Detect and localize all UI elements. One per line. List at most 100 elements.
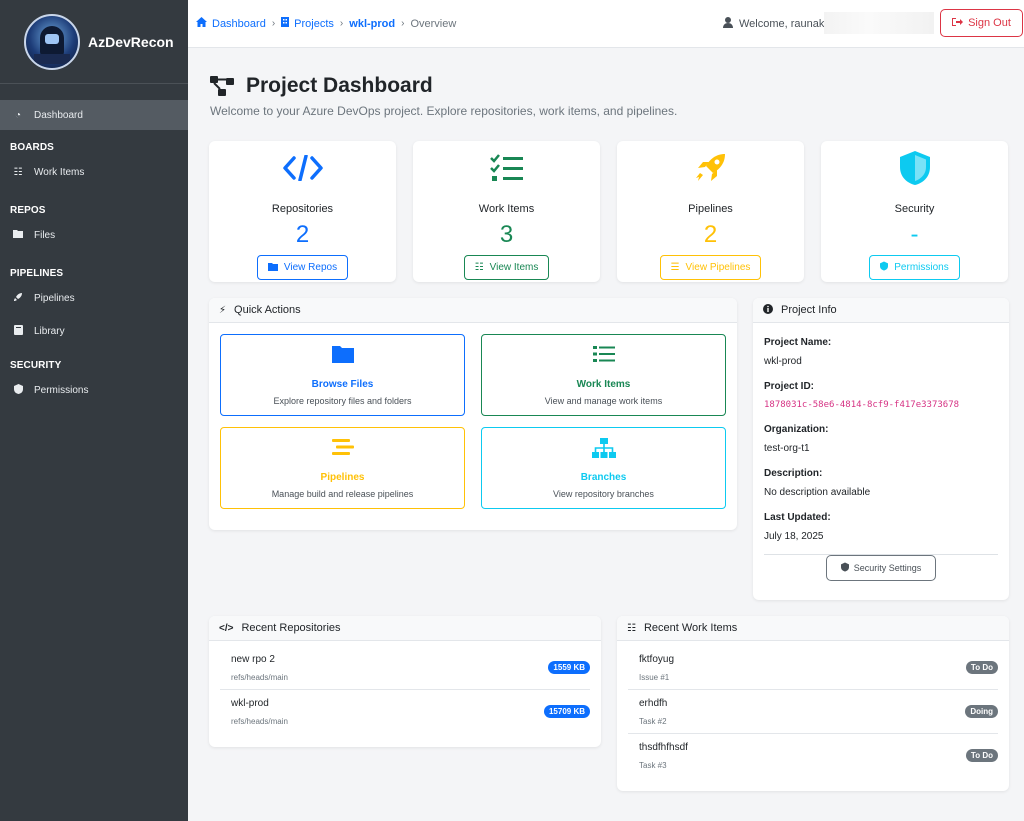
rocket-icon xyxy=(12,292,24,305)
shield-icon xyxy=(899,151,930,185)
branches-action[interactable]: Branches View repository branches xyxy=(481,427,726,509)
list-icon xyxy=(592,346,615,362)
action-desc: View and manage work items xyxy=(544,396,663,406)
breadcrumb-separator: › xyxy=(271,18,276,29)
list-check-icon: ☷ xyxy=(627,622,636,634)
organization-value: test-org-t1 xyxy=(764,443,810,454)
project-name-label: Project Name: xyxy=(764,337,832,348)
book-icon xyxy=(12,324,24,338)
organization-label: Organization: xyxy=(764,424,829,435)
stat-value: - xyxy=(910,221,919,248)
panel-header: ☷ Recent Work Items xyxy=(617,616,1009,641)
work-item-name: erhdfh xyxy=(639,698,668,709)
size-badge: 15709 KB xyxy=(543,705,590,718)
page-title: Project Dashboard xyxy=(210,74,433,98)
work-item-type: Issue #1 xyxy=(639,673,670,682)
sign-out-label: Sign Out xyxy=(968,17,1011,29)
stat-value: 3 xyxy=(499,221,514,248)
project-diagram-icon xyxy=(210,76,234,96)
page-title-text: Project Dashboard xyxy=(246,74,433,97)
sidebar-section-pipelines: PIPELINES xyxy=(10,268,64,279)
action-desc: View repository branches xyxy=(553,489,654,499)
shield-icon xyxy=(840,562,849,574)
sidebar-item-label: Pipelines xyxy=(34,292,75,304)
list-item[interactable]: wkl-prod refs/heads/main 15709 KB xyxy=(220,690,590,734)
sidebar-item-library[interactable]: Library xyxy=(0,316,188,346)
list-check-icon xyxy=(489,154,523,181)
code-icon: </> xyxy=(219,622,234,634)
status-badge: Doing xyxy=(965,705,998,718)
panel-header: Project Info xyxy=(753,298,1009,323)
project-id-value: 1878031c-58e6-4814-8cf9-f417e3373678 xyxy=(764,400,960,410)
info-circle-icon xyxy=(763,303,773,317)
description-label: Description: xyxy=(764,468,823,479)
stat-card-security: Security - Permissions xyxy=(821,141,1008,282)
panel-title: Recent Repositories xyxy=(241,622,341,634)
security-settings-button[interactable]: Security Settings xyxy=(826,555,936,581)
app-name: AzDevRecon xyxy=(88,33,174,50)
view-items-button[interactable]: ☷ View Items xyxy=(463,255,550,280)
sitemap-icon xyxy=(591,438,616,458)
repo-ref: refs/heads/main xyxy=(231,673,288,682)
stat-card-work-items: Work Items 3 ☷ View Items xyxy=(413,141,600,282)
last-updated-label: Last Updated: xyxy=(764,512,831,523)
breadcrumb-current: Overview xyxy=(410,17,457,30)
stat-label: Pipelines xyxy=(688,203,733,215)
list-item[interactable]: fktfoyug Issue #1 To Do xyxy=(628,646,998,690)
breadcrumb-dashboard[interactable]: Dashboard xyxy=(196,17,266,30)
breadcrumb-separator: › xyxy=(401,18,405,29)
recent-work-items-panel: ☷ Recent Work Items fktfoyug Issue #1 To… xyxy=(617,616,1009,791)
view-repos-button[interactable]: View Repos xyxy=(256,255,349,280)
sign-out-button[interactable]: Sign Out xyxy=(940,9,1023,37)
project-info-body: Project Name: wkl-prod Project ID: 18780… xyxy=(753,323,1009,581)
sidebar-item-pipelines[interactable]: Pipelines xyxy=(0,283,188,313)
shield-icon xyxy=(12,383,24,397)
list-item[interactable]: new rpo 2 refs/heads/main 1559 KB xyxy=(220,646,590,690)
button-label: View Repos xyxy=(283,262,338,273)
sidebar-section-repos: REPOS xyxy=(10,205,46,216)
project-name-value: wkl-prod xyxy=(764,356,802,367)
sidebar-item-label: Work Items xyxy=(34,166,85,178)
sidebar-section-boards: BOARDS xyxy=(10,142,54,153)
welcome-text: Welcome, raunakp xyxy=(739,18,831,30)
breadcrumb-project[interactable]: wkl-prod xyxy=(349,18,395,30)
status-badge: To Do xyxy=(965,749,998,762)
pipelines-action[interactable]: Pipelines Manage build and release pipel… xyxy=(220,427,465,509)
folder-icon xyxy=(331,346,354,363)
sidebar-item-label: Dashboard xyxy=(34,109,83,121)
sidebar-item-dashboard[interactable]: ◔ Dashboard xyxy=(0,100,188,130)
sidebar-nav: ◔ Dashboard BOARDS ☷ Work Items REPOS Fi… xyxy=(0,84,188,405)
work-items-action[interactable]: Work Items View and manage work items xyxy=(481,334,726,416)
list-icon: ☷ xyxy=(474,262,484,273)
action-title: Work Items xyxy=(576,379,631,390)
quick-actions-panel: ⚡ Quick Actions Browse Files Explore rep… xyxy=(209,298,737,530)
browse-files-action[interactable]: Browse Files Explore repository files an… xyxy=(220,334,465,416)
project-info-panel: Project Info Project Name: wkl-prod Proj… xyxy=(753,298,1009,600)
work-item-type: Task #3 xyxy=(639,761,667,770)
description-value: No description available xyxy=(764,487,871,498)
list-item[interactable]: thsdfhfhsdf Task #3 To Do xyxy=(628,734,998,778)
panel-title: Recent Work Items xyxy=(643,622,738,634)
sidebar-item-permissions[interactable]: Permissions xyxy=(0,375,188,405)
sidebar-item-work-items[interactable]: ☷ Work Items xyxy=(0,157,188,187)
app-logo xyxy=(24,13,80,70)
sidebar-section-security: SECURITY xyxy=(10,360,62,371)
user-icon xyxy=(723,17,733,31)
brand[interactable]: AzDevRecon xyxy=(0,0,188,84)
sign-out-icon xyxy=(952,17,964,30)
panel-title: Quick Actions xyxy=(234,304,301,316)
folder-icon xyxy=(12,229,24,241)
work-item-name: fktfoyug xyxy=(639,654,675,665)
welcome-user: Welcome, raunakp xyxy=(723,17,831,31)
stream-icon xyxy=(331,439,354,455)
stat-label: Security xyxy=(894,203,935,215)
top-bar: Dashboard › Projects › wkl-prod › Overvi… xyxy=(188,0,1024,48)
button-label: View Items xyxy=(489,262,539,273)
permissions-button[interactable]: Permissions xyxy=(869,255,960,280)
view-pipelines-button[interactable]: ☰ View Pipelines xyxy=(659,255,762,280)
breadcrumb-projects[interactable]: Projects xyxy=(281,17,334,30)
sidebar-item-label: Permissions xyxy=(34,384,89,396)
sidebar-item-files[interactable]: Files xyxy=(0,220,188,250)
redacted-area xyxy=(824,12,934,34)
list-item[interactable]: erhdfh Task #2 Doing xyxy=(628,690,998,734)
